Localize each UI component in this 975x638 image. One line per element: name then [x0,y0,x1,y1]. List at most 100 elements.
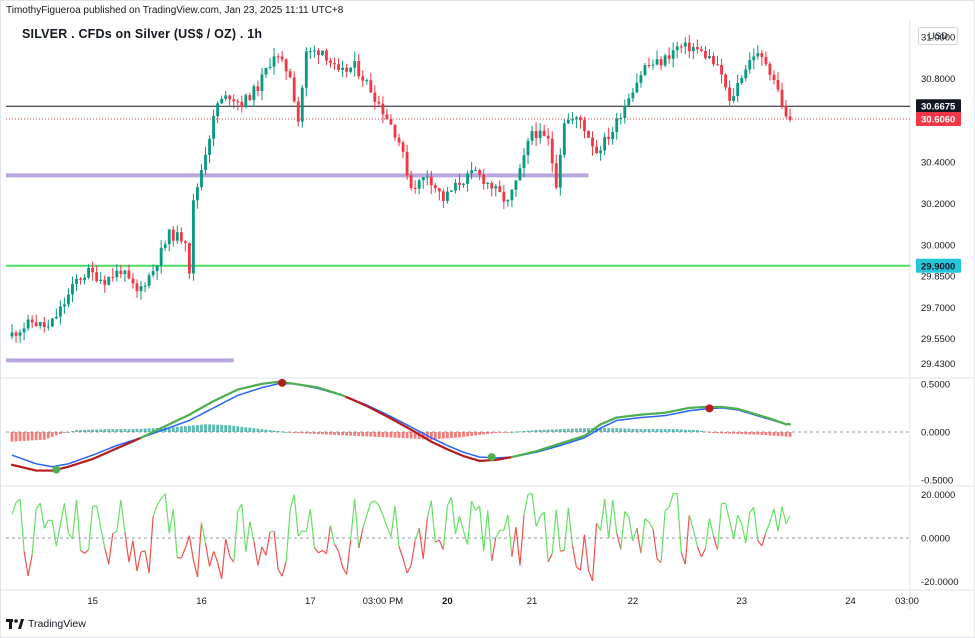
candle [357,61,361,77]
macd-histogram-bar [474,432,478,436]
macd-histogram-bar [248,427,252,432]
candle [312,50,316,52]
macd-histogram-bar [38,432,42,440]
macd-histogram-bar [14,432,18,442]
oscillator-segment [604,498,610,539]
x-tick-label: 21 [527,596,538,607]
oscillator-segment [168,509,174,534]
candle [409,175,413,188]
oscillator-segment [180,547,186,559]
chart-canvas[interactable]: 31.0000 30.8000 30.4000 30.2000 30.0000 29.85… [0,0,975,638]
macd-histogram-bar [732,432,736,434]
macd-histogram-bar [687,429,691,432]
macd-histogram-bar [679,429,683,432]
oscillator-segment [741,523,747,544]
macd-histogram-bar [30,432,34,441]
candle [196,187,199,201]
candle [361,76,365,81]
macd-histogram-bar [772,432,776,436]
macd-histogram-bar [183,426,187,432]
oscillator-segment [27,554,33,577]
candle [712,56,715,65]
y-tick-label: 30.0000 [921,240,955,251]
candle [639,75,643,83]
macd-histogram-bar [171,427,175,432]
macd-histogram-bar [712,432,715,433]
candle [308,51,312,53]
oscillator-segment [491,537,497,561]
candle [353,61,357,68]
macd-histogram-bar [389,432,393,438]
candle [131,278,135,284]
candle [663,55,667,66]
oscillator-segment [196,522,203,577]
macd-histogram-bar [401,432,405,439]
candle [208,138,211,155]
candle [445,191,449,201]
candle [655,59,659,65]
candle [546,135,550,139]
candle [651,64,655,66]
macd-histogram-bar [627,428,631,432]
oscillator-segment [632,528,638,542]
macd-histogram-bar [111,429,115,432]
oscillator-segment [305,508,311,532]
oscillator-segment [591,522,598,581]
candle [405,151,409,176]
x-tick-label: 17 [305,596,316,607]
oscillator-segment [471,500,477,511]
macd-histogram-bar [200,424,203,432]
oscillator-segment [63,503,70,534]
oscillator-segment [450,497,457,534]
macd-histogram-bar [704,431,707,433]
macd-histogram-bar [329,432,332,435]
candle [50,318,54,327]
macd-histogram-bar [671,429,675,432]
macd-histogram-bar [147,428,151,432]
oscillator-segment [55,524,61,547]
candle [167,229,171,245]
candle [179,232,183,242]
oscillator-segment [563,507,569,551]
oscillator-segment [281,561,287,577]
oscillator-segment [285,509,291,562]
candle [776,80,780,90]
oscillator-segment [519,514,525,566]
oscillator-segment [152,504,158,517]
macd-histogram-bar [42,432,46,440]
oscillator-segment [136,551,142,572]
oscillator-segment [120,500,126,532]
macd-histogram-bar [236,426,240,432]
candle [123,270,127,275]
candle [667,55,671,59]
macd-histogram-bar [530,430,534,432]
macd-cross-marker [705,404,714,413]
candle [103,279,107,285]
candle [276,56,280,58]
macd-histogram-bar [720,432,723,434]
candle [292,77,296,102]
oscillator-segment [777,506,783,532]
macd-histogram-bar [135,428,139,432]
oscillator-segment [555,509,561,552]
candle [417,180,421,189]
candle [288,71,292,78]
candle [381,103,385,115]
candle [220,98,224,104]
oscillator-segment [39,503,45,529]
oscillator-segment [370,500,376,503]
candle [22,328,26,333]
y-tick-label: 30.4000 [921,157,955,168]
macd-histogram-bar [119,429,123,432]
oscillator-segment [688,514,694,530]
candle [30,319,34,323]
y-tick-label: 29.8500 [921,272,955,283]
oscillator-segment [479,505,485,552]
oscillator-segment [229,555,235,563]
x-tick-label: 15 [87,596,98,607]
oscillator-segment [112,531,118,534]
candle [212,116,215,139]
macd-histogram-bar [196,425,199,432]
oscillator-segment [648,521,654,530]
candle [542,130,546,136]
